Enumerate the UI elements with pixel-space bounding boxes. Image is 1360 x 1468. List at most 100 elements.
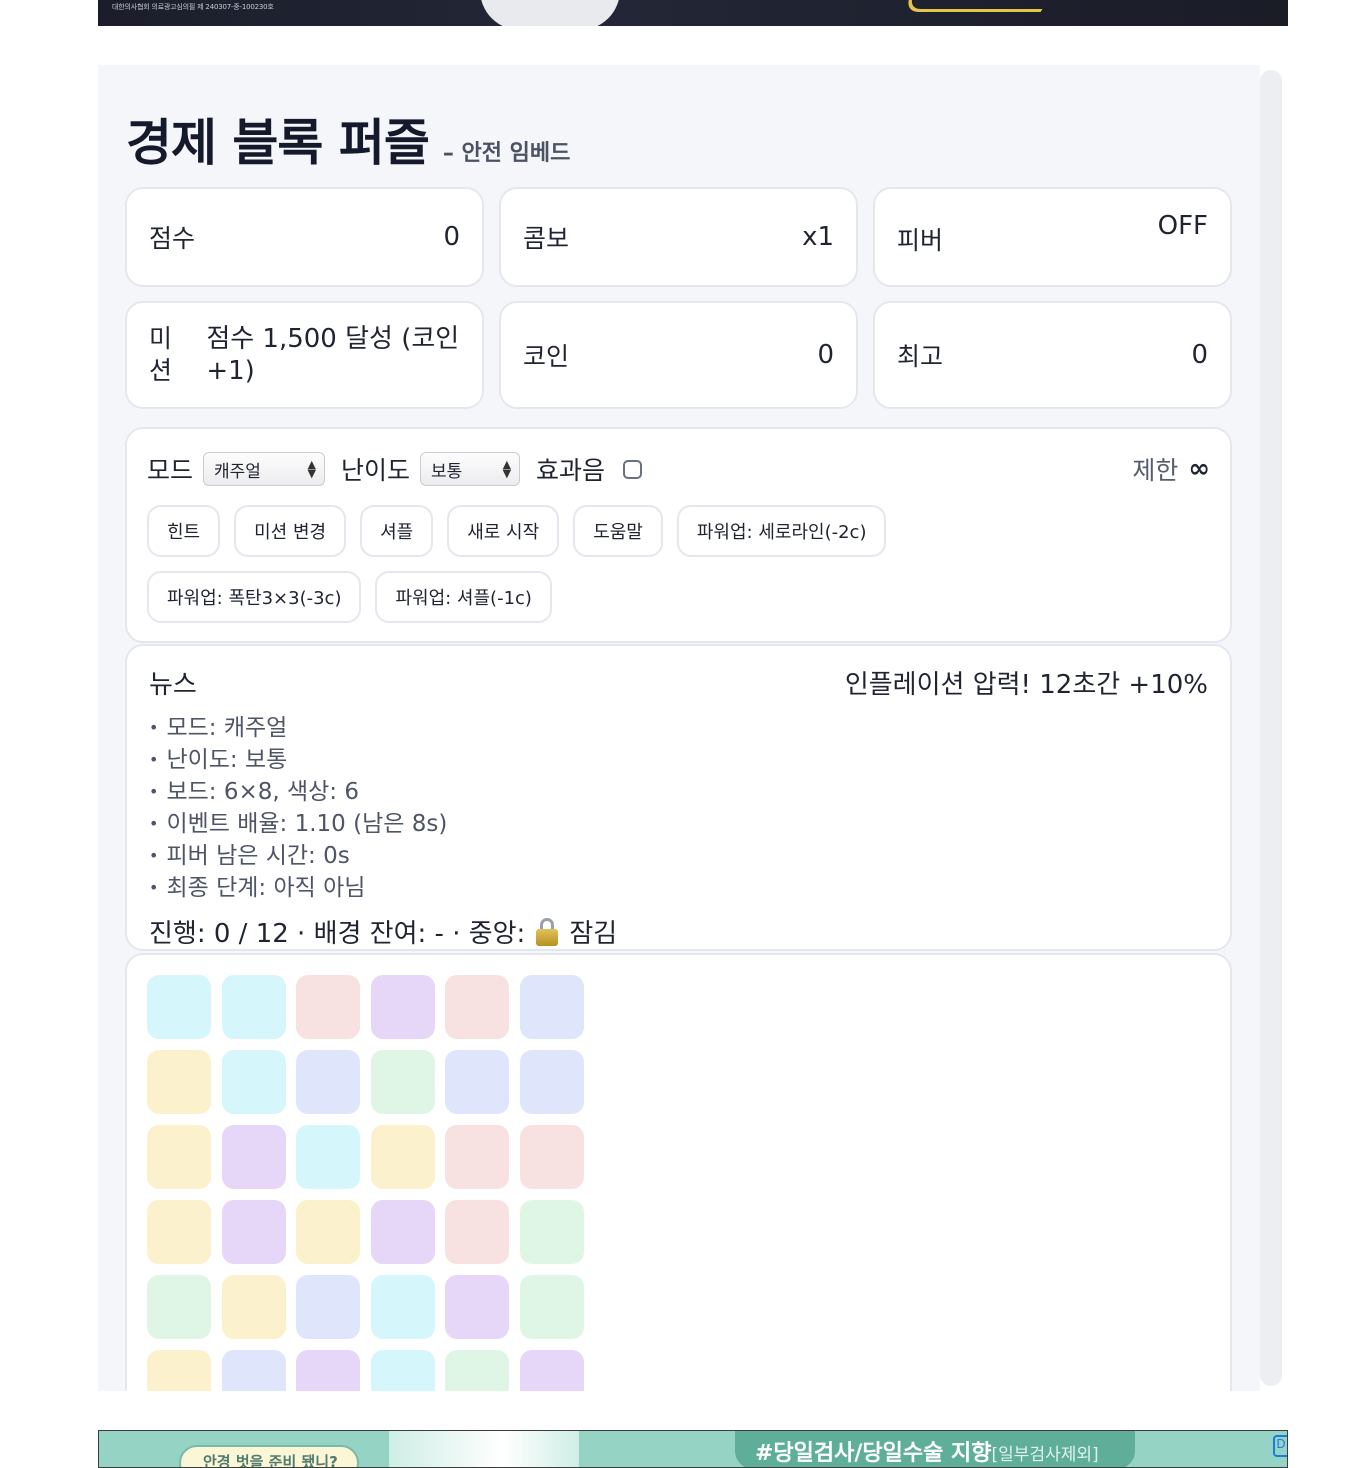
board-tile[interactable] [519,1050,584,1114]
board-tile[interactable] [370,975,435,1039]
board-tile[interactable] [370,1050,435,1114]
ad-figure-image [480,0,620,26]
restart-button[interactable]: 새로 시작 [447,505,560,557]
board-tile[interactable] [370,1125,435,1189]
action-buttons: 힌트 미션 변경 셔플 새로 시작 도움말 파워업: 세로라인(-2c) 파워업… [147,505,1107,623]
board-tile[interactable] [221,1200,286,1264]
combo-value: x1 [802,222,834,252]
powerup-bomb-button[interactable]: 파워업: 폭탄3×3(-3c) [147,571,362,623]
board-tile[interactable] [370,1200,435,1264]
board-tile[interactable] [147,1350,211,1391]
shuffle-button[interactable]: 셔플 [360,505,434,557]
fever-label: 피버 [897,226,944,255]
fever-value: OFF [1157,211,1208,241]
hint-button[interactable]: 힌트 [147,505,221,557]
ad-choices-icon[interactable]: D [1273,1435,1287,1457]
list-item: 이벤트 배율: 1.10 (남은 8s) [149,809,1208,841]
controls-card: 모드 캐주얼 ▲ ▼ 난이도 보통 ▲ ▼ 효과음 제한 ∞ 힌트 미션 변경 셔플… [125,427,1232,643]
ad-fine-print: 대한의사협회 의료광고심의필 제 240307-중-100230호 [112,3,274,11]
board-tile[interactable] [370,1275,435,1339]
board-tile[interactable] [221,1125,286,1189]
board-tile[interactable] [296,975,360,1039]
bottom-ad-banner[interactable]: 안경 벗을 준비 됐니? #당일검사/당일수술 지향[일부검사제외] D [98,1430,1288,1468]
list-item: 피버 남은 시간: 0s [149,841,1208,873]
board-tile[interactable] [296,1125,360,1189]
progress-line: 진행: 0 / 12 · 배경 잔여: - · 중앙: 잠김 [149,913,1208,950]
board-tile[interactable] [519,975,584,1039]
board-tile[interactable] [147,1275,211,1339]
board-tile[interactable] [296,1200,360,1264]
board-tile[interactable] [445,1200,509,1264]
board-tile[interactable] [221,975,286,1039]
best-card: 최고 0 [873,301,1232,409]
powerup-shuffle-button[interactable]: 파워업: 셔플(-1c) [375,571,552,623]
news-heading: 뉴스 [149,670,197,700]
mission-value: 점수 1,500 달성 (코인 +1) [206,324,460,386]
game-panel: 경제 블록 퍼즐 – 안전 임베드 점수 0 콤보 x1 피버 OFF 미션 점… [98,65,1260,1391]
board-card [125,953,1232,1391]
news-list: 모드: 캐주얼 난이도: 보통 보드: 6×8, 색상: 6 이벤트 배율: 1… [149,713,1208,905]
top-ad-banner[interactable]: 대한의사협회 의료광고심의필 제 240307-중-100230호 [98,0,1288,26]
board-tile[interactable] [221,1050,286,1114]
score-card: 점수 0 [125,187,484,287]
change-mission-button[interactable]: 미션 변경 [234,505,347,557]
ad-tagline: #당일검사/당일수술 지향[일부검사제외] [735,1431,1135,1467]
mode-select[interactable]: 캐주얼 ▲ ▼ [203,452,326,486]
mode-select-value: 캐주얼 [214,461,261,482]
board-tile[interactable] [296,1350,360,1391]
board-tile[interactable] [370,1350,435,1391]
page-subtitle: – 안전 임베드 [442,141,571,166]
mode-label: 모드 [147,456,194,485]
best-value: 0 [1191,340,1208,370]
board-tile[interactable] [147,975,211,1039]
board-tile[interactable] [221,1350,286,1391]
select-arrows-icon: ▲ ▼ [502,458,512,480]
progress-text: 진행: 0 / 12 · 배경 잔여: - · 중앙: [149,919,526,949]
ad-person-image [389,1431,579,1467]
board-tile[interactable] [147,1050,211,1114]
settings-row: 모드 캐주얼 ▲ ▼ 난이도 보통 ▲ ▼ 효과음 제한 ∞ [147,449,1210,489]
board-tile[interactable] [296,1275,360,1339]
limit-indicator: 제한 ∞ [1132,451,1210,487]
help-button[interactable]: 도움말 [573,505,663,557]
board-tile[interactable] [147,1125,211,1189]
board-tile[interactable] [519,1200,584,1264]
game-board[interactable] [147,975,1210,1391]
lock-icon [535,917,559,947]
ad-tagline-main: #당일검사/당일수술 지향 [755,1441,992,1466]
coin-label: 코인 [523,342,570,371]
board-tile[interactable] [445,1125,509,1189]
news-event: 인플레이션 압력! 12초간 +10% [844,670,1208,700]
board-tile[interactable] [221,1275,286,1339]
board-tile[interactable] [519,1275,584,1339]
sound-checkbox[interactable] [623,459,643,479]
best-label: 최고 [897,342,944,371]
board-tile[interactable] [147,1200,211,1264]
board-tile[interactable] [445,1050,509,1114]
difficulty-label: 난이도 [341,456,411,485]
fever-card: 피버 OFF [873,187,1232,287]
score-label: 점수 [149,224,196,253]
board-tile[interactable] [445,975,509,1039]
board-tile[interactable] [445,1275,509,1339]
difficulty-select[interactable]: 보통 ▲ ▼ [420,452,521,486]
board-tile[interactable] [445,1350,509,1391]
scrollbar[interactable] [1260,70,1282,1386]
progress-status: 잠김 [569,919,618,949]
sound-label: 효과음 [536,456,606,485]
ad-tagline-note: [일부검사제외] [991,1445,1099,1465]
select-arrows-icon: ▲ ▼ [307,458,317,480]
board-tile[interactable] [519,1125,584,1189]
page-title: 경제 블록 퍼즐 [126,114,430,172]
powerup-vertical-line-button[interactable]: 파워업: 세로라인(-2c) [676,505,887,557]
list-item: 최종 단계: 아직 아님 [149,873,1208,905]
coin-value: 0 [817,340,834,370]
board-tile[interactable] [296,1050,360,1114]
news-header: 뉴스 인플레이션 압력! 12초간 +10% [149,664,1208,701]
mission-label: 미션 [149,324,173,385]
list-item: 난이도: 보통 [149,745,1208,777]
ad-speech-bubble: 안경 벗을 준비 됐니? [179,1445,359,1467]
difficulty-select-value: 보통 [431,461,463,482]
board-tile[interactable] [519,1350,584,1391]
list-item: 모드: 캐주얼 [149,713,1208,745]
